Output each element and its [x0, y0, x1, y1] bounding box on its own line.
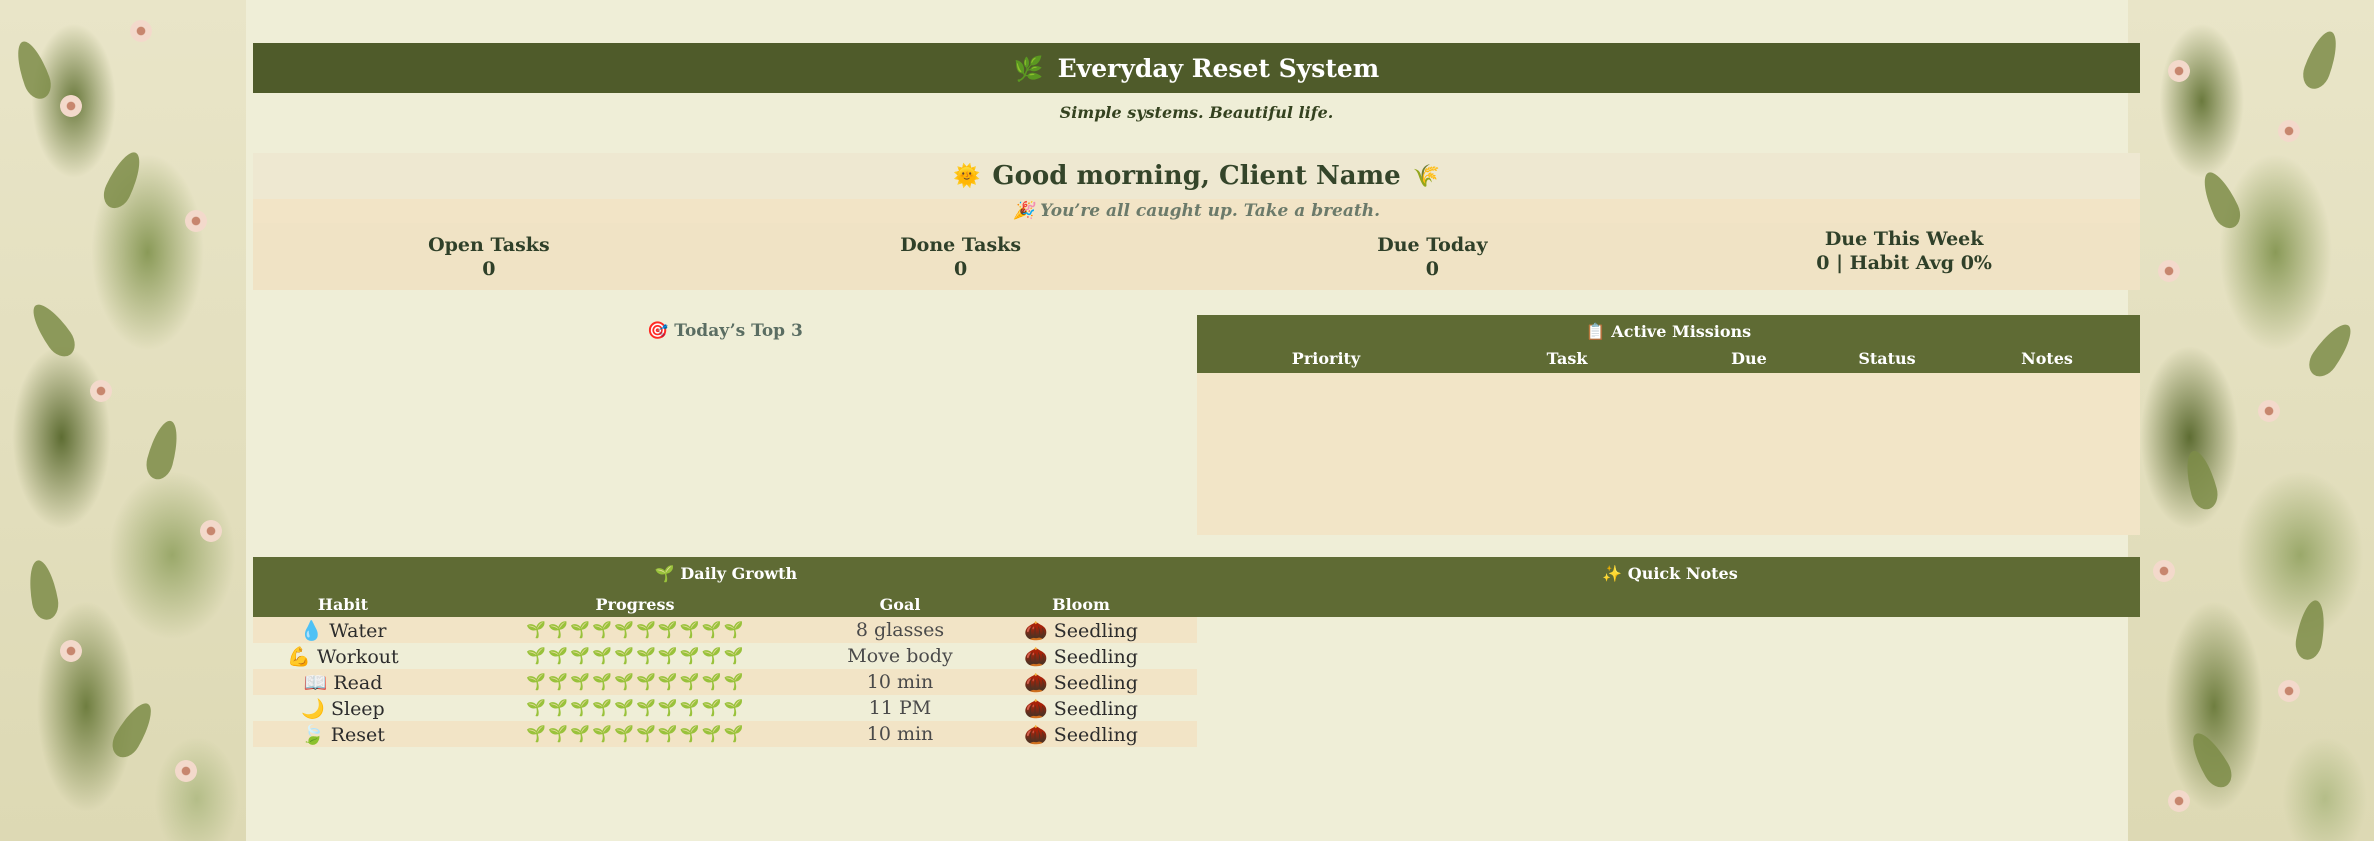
habit-goal: 11 PM	[868, 697, 932, 719]
caught-up-message: 🎉 You’re all caught up. Take a breath.	[253, 199, 2140, 223]
active-missions-table: 📋 Active Missions Priority Task Due Stat…	[1197, 315, 2140, 535]
habit-name: 🌙 Sleep	[301, 698, 385, 720]
column-progress: Progress	[595, 595, 675, 614]
missions-title: 📋 Active Missions	[1585, 322, 1752, 341]
column-notes: Notes	[2021, 349, 2073, 368]
progress-sprouts: 🌱🌱🌱🌱🌱🌱🌱🌱🌱🌱	[526, 698, 746, 717]
column-due: Due	[1731, 349, 1767, 368]
column-bloom: Bloom	[1052, 595, 1110, 614]
stat-open-tasks: Open Tasks 0	[253, 223, 725, 290]
wheat-icon: 🌾	[1412, 163, 1441, 189]
habit-name: 🍃 Reset	[301, 724, 385, 746]
table-row: 🌙 Sleep 🌱🌱🌱🌱🌱🌱🌱🌱🌱🌱 11 PM 🌰 Seedling	[253, 695, 1197, 721]
floral-border-right	[2128, 0, 2374, 841]
habit-name: 💧 Water	[299, 620, 387, 642]
progress-sprouts: 🌱🌱🌱🌱🌱🌱🌱🌱🌱🌱	[526, 646, 746, 665]
top3-title: 🎯 Today’s Top 3	[647, 321, 803, 341]
column-priority: Priority	[1291, 349, 1361, 368]
bloom-stage: 🌰 Seedling	[1024, 620, 1138, 642]
quick-notes-title: ✨ Quick Notes	[1602, 564, 1738, 583]
table-row: 💪 Workout 🌱🌱🌱🌱🌱🌱🌱🌱🌱🌱 Move body 🌰 Seedlin…	[253, 643, 1197, 669]
progress-sprouts: 🌱🌱🌱🌱🌱🌱🌱🌱🌱🌱	[526, 672, 746, 691]
habit-table: 💧 Water 🌱🌱🌱🌱🌱🌱🌱🌱🌱🌱 8 glasses 🌰 Seedling …	[253, 617, 1197, 747]
habit-goal: Move body	[847, 645, 953, 667]
table-row: 📖 Read 🌱🌱🌱🌱🌱🌱🌱🌱🌱🌱 10 min 🌰 Seedling	[253, 669, 1197, 695]
stat-value: 0 | Habit Avg 0%	[1816, 252, 1992, 274]
floral-border-left	[0, 0, 246, 841]
stat-done-tasks: Done Tasks 0	[725, 223, 1197, 290]
herb-icon: 🌿	[1013, 53, 1044, 83]
missions-header: 📋 Active Missions Priority Task Due Stat…	[1197, 315, 2140, 373]
progress-sprouts: 🌱🌱🌱🌱🌱🌱🌱🌱🌱🌱	[526, 724, 746, 743]
bloom-stage: 🌰 Seedling	[1024, 698, 1138, 720]
stats-row: Open Tasks 0 Done Tasks 0 Due Today 0 Du…	[253, 223, 2140, 290]
missions-columns: Priority Task Due Status Notes	[1197, 349, 2140, 371]
sun-icon: 🌞	[952, 163, 981, 189]
stat-value: 0	[482, 257, 496, 280]
stat-label: Open Tasks	[428, 233, 550, 256]
table-row: 🍃 Reset 🌱🌱🌱🌱🌱🌱🌱🌱🌱🌱 10 min 🌰 Seedling	[253, 721, 1197, 747]
column-habit: Habit	[317, 595, 369, 614]
dashboard: 🌿 Everyday Reset System Simple systems. …	[253, 0, 2140, 841]
habit-name: 💪 Workout	[287, 646, 399, 668]
stat-label: Due This Week	[1824, 228, 1984, 250]
stat-value: 0	[1425, 257, 1439, 280]
stat-value: 0	[954, 257, 968, 280]
stat-due-today: Due Today 0	[1197, 223, 1669, 290]
table-row: 💧 Water 🌱🌱🌱🌱🌱🌱🌱🌱🌱🌱 8 glasses 🌰 Seedling	[253, 617, 1197, 643]
daily-growth-title: 🌱 Daily Growth	[654, 564, 798, 583]
bloom-stage: 🌰 Seedling	[1024, 646, 1138, 668]
habit-goal: 10 min	[866, 723, 934, 745]
progress-sprouts: 🌱🌱🌱🌱🌱🌱🌱🌱🌱🌱	[526, 620, 746, 639]
habit-goal: 10 min	[866, 671, 934, 693]
column-goal: Goal	[879, 595, 921, 614]
habit-goal: 8 glasses	[855, 619, 945, 641]
column-task: Task	[1546, 349, 1588, 368]
stat-label: Due Today	[1377, 233, 1488, 256]
greeting-banner: 🌞 Good morning, Client Name 🌾	[253, 153, 2140, 199]
habit-name: 📖 Read	[303, 672, 383, 694]
bloom-stage: 🌰 Seedling	[1024, 724, 1138, 746]
app-header: 🌿 Everyday Reset System	[253, 43, 2140, 93]
column-status: Status	[1858, 349, 1916, 368]
stat-label: Done Tasks	[900, 233, 1022, 256]
bloom-stage: 🌰 Seedling	[1024, 672, 1138, 694]
greeting-text: Good morning, Client Name	[992, 161, 1401, 191]
growth-notes-header: 🌱 Daily Growth ✨ Quick Notes Habit Progr…	[253, 557, 2140, 617]
stat-due-this-week: Due This Week 0 | Habit Avg 0%	[1668, 223, 2140, 290]
app-title: Everyday Reset System	[1057, 53, 1380, 83]
tagline: Simple systems. Beautiful life.	[1059, 103, 1334, 122]
